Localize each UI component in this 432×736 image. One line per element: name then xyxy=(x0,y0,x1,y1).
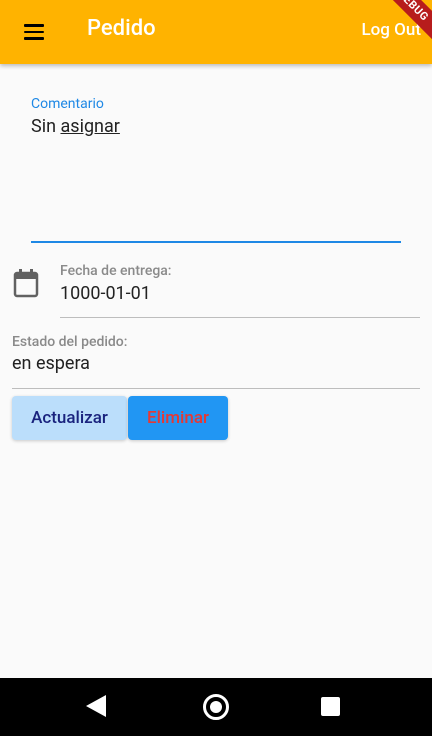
home-icon[interactable] xyxy=(203,694,229,720)
update-button[interactable]: Actualizar xyxy=(12,396,127,440)
comment-label: Comentario xyxy=(31,96,104,112)
delivery-date-field[interactable]: 1000-01-01 xyxy=(60,283,151,304)
recent-apps-icon[interactable] xyxy=(321,697,340,716)
logout-button[interactable]: Log Out xyxy=(361,20,421,40)
order-status-label: Estado del pedido: xyxy=(12,334,128,350)
order-status-underline xyxy=(12,388,420,389)
delete-button[interactable]: Eliminar xyxy=(128,396,228,440)
back-icon[interactable] xyxy=(86,695,106,717)
calendar-icon[interactable] xyxy=(13,268,39,298)
comment-value-word1: Sin xyxy=(31,116,57,137)
menu-icon[interactable] xyxy=(14,14,54,50)
app-bar: Pedido Log Out DEBUG xyxy=(0,0,432,64)
comment-field-underline xyxy=(31,241,401,243)
delivery-date-label: Fecha de entrega: xyxy=(60,263,172,279)
delivery-date-underline xyxy=(60,317,420,318)
comment-field[interactable]: Sin asignar xyxy=(31,116,120,137)
comment-value-word2: asignar xyxy=(60,116,120,137)
page-title: Pedido xyxy=(87,16,156,41)
system-nav-bar xyxy=(0,678,432,736)
order-status-field[interactable]: en espera xyxy=(12,353,90,374)
